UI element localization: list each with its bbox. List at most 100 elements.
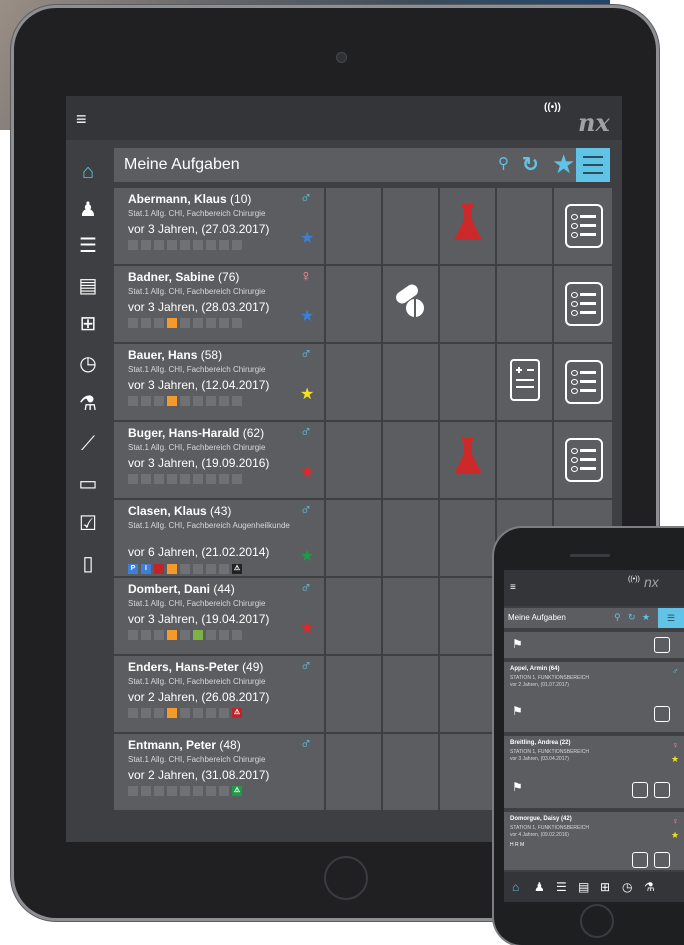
patient-icon[interactable]: ♟ xyxy=(534,880,545,894)
checkbox-icon[interactable]: ☑ xyxy=(74,510,102,538)
task-cell[interactable] xyxy=(383,578,438,654)
patient-cell[interactable]: Entmann, Peter (48) Stat.1 Allg. CHI, Fa… xyxy=(114,734,324,810)
clipboard-icon[interactable]: ▤ xyxy=(74,272,102,300)
task-cell[interactable] xyxy=(554,188,612,264)
table-row[interactable]: Bauer, Hans (58) Stat.1 Allg. CHI, Fachb… xyxy=(114,344,614,420)
patient-name-text: Buger, Hans-Harald xyxy=(128,426,240,440)
task-cell[interactable] xyxy=(440,188,495,264)
task-list-icon[interactable] xyxy=(654,637,670,653)
refresh-icon[interactable]: ↻ xyxy=(628,612,636,623)
table-row[interactable]: Abermann, Klaus (10) Stat.1 Allg. CHI, F… xyxy=(114,188,614,264)
task-cell[interactable] xyxy=(440,266,495,342)
document-icon[interactable]: ▯ xyxy=(74,550,102,578)
task-list-icon[interactable]: ☰ xyxy=(658,608,684,628)
task-cell[interactable] xyxy=(440,422,495,498)
patient-icon[interactable]: ♟ xyxy=(74,196,102,224)
task-cell[interactable] xyxy=(326,734,381,810)
patient-cell[interactable]: Enders, Hans-Peter (49) Stat.1 Allg. CHI… xyxy=(114,656,324,732)
task-cell[interactable] xyxy=(326,500,381,576)
search-icon[interactable]: ⚲ xyxy=(614,612,621,623)
phone-flag-row[interactable]: ⚑ xyxy=(504,632,684,658)
task-cell[interactable] xyxy=(497,344,552,420)
task-list-icon[interactable] xyxy=(565,204,603,248)
patient-name-text: Enders, Hans-Peter xyxy=(128,660,239,674)
home-icon[interactable]: ⌂ xyxy=(74,158,102,186)
search-icon[interactable]: ⚲ xyxy=(498,154,509,172)
task-cell[interactable] xyxy=(497,266,552,342)
phone-patient-card[interactable]: Breitling, Andrea (22) STATION 1, FUNKTI… xyxy=(504,736,684,808)
task-cell[interactable] xyxy=(383,344,438,420)
task-cell[interactable] xyxy=(554,266,612,342)
patient-name: Badner, Sabine (76) xyxy=(128,270,239,284)
home-icon[interactable]: ⌂ xyxy=(512,880,519,894)
patient-list-icon[interactable]: ☰ xyxy=(74,232,102,260)
task-cell[interactable] xyxy=(383,422,438,498)
vitals-sheet-icon[interactable] xyxy=(632,852,648,868)
chart-icon[interactable]: ⟋ xyxy=(74,430,102,458)
task-list-icon[interactable] xyxy=(654,782,670,798)
table-row[interactable]: Badner, Sabine (76) Stat.1 Allg. CHI, Fa… xyxy=(114,266,614,342)
vitals-icon[interactable]: ⊞ xyxy=(600,880,610,894)
task-cell[interactable] xyxy=(383,188,438,264)
patient-cell[interactable]: Dombert, Dani (44) Stat.1 Allg. CHI, Fac… xyxy=(114,578,324,654)
task-cell[interactable] xyxy=(383,656,438,732)
table-row[interactable]: Buger, Hans-Harald (62) Stat.1 Allg. CHI… xyxy=(114,422,614,498)
patient-cell[interactable]: Abermann, Klaus (10) Stat.1 Allg. CHI, F… xyxy=(114,188,324,264)
task-cell[interactable] xyxy=(554,422,612,498)
task-cell[interactable] xyxy=(383,734,438,810)
task-cell[interactable] xyxy=(440,500,495,576)
task-list-icon[interactable] xyxy=(576,148,610,182)
task-cell[interactable] xyxy=(554,344,612,420)
menu-icon[interactable]: ≡ xyxy=(76,110,87,128)
task-cell[interactable] xyxy=(383,266,438,342)
patient-cell[interactable]: Bauer, Hans (58) Stat.1 Allg. CHI, Fachb… xyxy=(114,344,324,420)
task-cell[interactable] xyxy=(497,188,552,264)
task-cell[interactable] xyxy=(326,344,381,420)
patient-date: vor 4 Jahren, (09.02.2016) xyxy=(510,832,569,838)
menu-icon[interactable]: ≡ xyxy=(510,582,516,593)
phone-patient-card[interactable]: Domorgue, Daisy (42) STATION 1, FUNKTION… xyxy=(504,812,684,870)
badge-m: M xyxy=(520,842,525,848)
task-cell[interactable] xyxy=(440,656,495,732)
patient-name-text: Breitling, Andrea xyxy=(510,740,559,746)
phone-patient-card[interactable]: Appel, Armin (64) STATION 1, FUNKTIONSBE… xyxy=(504,662,684,732)
task-list-icon[interactable] xyxy=(565,438,603,482)
task-list-icon[interactable] xyxy=(565,282,603,326)
task-cell[interactable] xyxy=(497,422,552,498)
task-list-icon[interactable] xyxy=(654,706,670,722)
status-squares: ⚠ xyxy=(128,786,245,797)
clipboard-icon[interactable]: ▤ xyxy=(578,880,589,894)
patient-list-icon[interactable]: ☰ xyxy=(556,880,567,894)
task-cell[interactable] xyxy=(440,344,495,420)
patient-cell[interactable]: Buger, Hans-Harald (62) Stat.1 Allg. CHI… xyxy=(114,422,324,498)
task-list-icon[interactable] xyxy=(565,360,603,404)
home-button[interactable] xyxy=(324,856,368,900)
task-cell[interactable] xyxy=(440,734,495,810)
star-icon[interactable]: ★ xyxy=(552,149,575,180)
patient-department: Stat.1 Allg. CHI, Fachbereich Chirurgie xyxy=(128,599,266,608)
refresh-icon[interactable]: ↻ xyxy=(522,152,539,177)
female-icon: ♀ xyxy=(672,740,679,750)
patient-name: Enders, Hans-Peter (49) xyxy=(128,660,263,674)
task-cell[interactable] xyxy=(326,266,381,342)
bed-icon[interactable]: ▭ xyxy=(74,470,102,498)
status-squares: ⚠ xyxy=(128,708,245,719)
clock-icon[interactable]: ◷ xyxy=(74,350,102,378)
patient-department: STATION 1, FUNKTIONSBEREICH xyxy=(510,749,589,755)
task-list-icon[interactable] xyxy=(654,852,670,868)
clock-icon[interactable]: ◷ xyxy=(622,880,632,894)
patient-cell[interactable]: Clasen, Klaus (43) Stat.1 Allg. CHI, Fac… xyxy=(114,500,324,576)
vitals-icon[interactable]: ⊞ xyxy=(74,310,102,338)
star-icon[interactable]: ★ xyxy=(642,612,650,623)
lab-icon[interactable]: ⚗ xyxy=(74,390,102,418)
task-cell[interactable] xyxy=(326,578,381,654)
task-cell[interactable] xyxy=(326,188,381,264)
task-cell[interactable] xyxy=(326,422,381,498)
task-cell[interactable] xyxy=(383,500,438,576)
vitals-sheet-icon[interactable] xyxy=(632,782,648,798)
patient-cell[interactable]: Badner, Sabine (76) Stat.1 Allg. CHI, Fa… xyxy=(114,266,324,342)
lab-icon[interactable]: ⚗ xyxy=(644,880,655,894)
task-cell[interactable] xyxy=(326,656,381,732)
phone-home-button[interactable] xyxy=(580,904,614,938)
task-cell[interactable] xyxy=(440,578,495,654)
